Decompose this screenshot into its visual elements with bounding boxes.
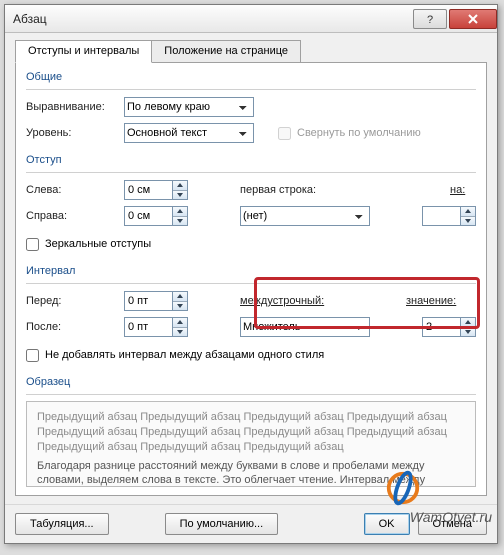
dontadd-label: Не добавлять интервал между абзацами одн…	[45, 349, 324, 361]
help-icon: ?	[424, 13, 436, 25]
collapse-checkbox-wrap: Свернуть по умолчанию	[278, 127, 421, 140]
left-label: Слева:	[26, 184, 118, 196]
help-button[interactable]: ?	[413, 9, 447, 29]
tab-indents[interactable]: Отступы и интервалы	[15, 40, 152, 63]
default-button[interactable]: По умолчанию...	[165, 513, 279, 535]
mirror-label: Зеркальные отступы	[45, 238, 151, 250]
group-preview-label: Образец	[26, 376, 476, 388]
dontadd-checkbox-wrap[interactable]: Не добавлять интервал между абзацами одн…	[26, 349, 324, 362]
before-spinner[interactable]	[124, 291, 188, 311]
close-button[interactable]	[449, 9, 497, 29]
group-spacing: Интервал Перед: междустрочный: значение:…	[26, 265, 476, 366]
mirror-checkbox[interactable]	[26, 238, 39, 251]
on-spinner[interactable]	[422, 206, 476, 226]
titlebar: Абзац ?	[5, 5, 497, 33]
group-preview: Образец Предыдущий абзац Предыдущий абза…	[26, 376, 476, 489]
tab-panel: Общие Выравнивание: По левому краю Урове…	[15, 62, 487, 496]
linespacing-select[interactable]: Множитель	[240, 317, 370, 337]
svg-text:?: ?	[427, 14, 433, 25]
preview-sample: Благодаря разнице расстояний между буква…	[37, 459, 465, 487]
collapse-checkbox	[278, 127, 291, 140]
preview-prevpara: Предыдущий абзац Предыдущий абзац Предыд…	[37, 410, 465, 455]
dontadd-checkbox[interactable]	[26, 349, 39, 362]
group-general: Общие Выравнивание: По левому краю Урове…	[26, 71, 476, 144]
right-spinner[interactable]	[124, 206, 188, 226]
alignment-label: Выравнивание:	[26, 101, 118, 113]
mirror-checkbox-wrap[interactable]: Зеркальные отступы	[26, 238, 151, 251]
collapse-label: Свернуть по умолчанию	[297, 127, 421, 139]
preview-box: Предыдущий абзац Предыдущий абзац Предыд…	[26, 401, 476, 487]
value-spinner[interactable]	[422, 317, 476, 337]
spin-up-icon[interactable]	[173, 181, 187, 191]
close-icon	[467, 13, 479, 25]
firstline-label: первая строка:	[240, 184, 340, 196]
paragraph-dialog: Абзац ? Отступы и интервалы Положение на…	[4, 4, 498, 544]
linespacing-label: междустрочный:	[240, 295, 340, 307]
group-indent: Отступ Слева: первая строка: на: Справа:…	[26, 154, 476, 255]
value-label: значение:	[406, 295, 476, 307]
level-select[interactable]: Основной текст	[124, 123, 254, 143]
group-indent-label: Отступ	[26, 154, 476, 166]
group-general-label: Общие	[26, 71, 476, 83]
right-label: Справа:	[26, 210, 118, 222]
left-spinner[interactable]	[124, 180, 188, 200]
tabstrip: Отступы и интервалы Положение на страниц…	[15, 39, 487, 62]
level-label: Уровень:	[26, 127, 118, 139]
after-label: После:	[26, 321, 118, 333]
group-spacing-label: Интервал	[26, 265, 476, 277]
dialog-title: Абзац	[13, 12, 411, 26]
alignment-select[interactable]: По левому краю	[124, 97, 254, 117]
spin-down-icon[interactable]	[173, 191, 187, 200]
firstline-select[interactable]: (нет)	[240, 206, 370, 226]
cancel-button[interactable]: Отмена	[418, 513, 487, 535]
tab-pageposition[interactable]: Положение на странице	[151, 40, 301, 63]
dialog-footer: Табуляция... По умолчанию... OK Отмена	[5, 504, 497, 543]
tabs-button[interactable]: Табуляция...	[15, 513, 109, 535]
before-label: Перед:	[26, 295, 118, 307]
ok-button[interactable]: OK	[364, 513, 410, 535]
on-label: на:	[450, 184, 476, 196]
after-spinner[interactable]	[124, 317, 188, 337]
